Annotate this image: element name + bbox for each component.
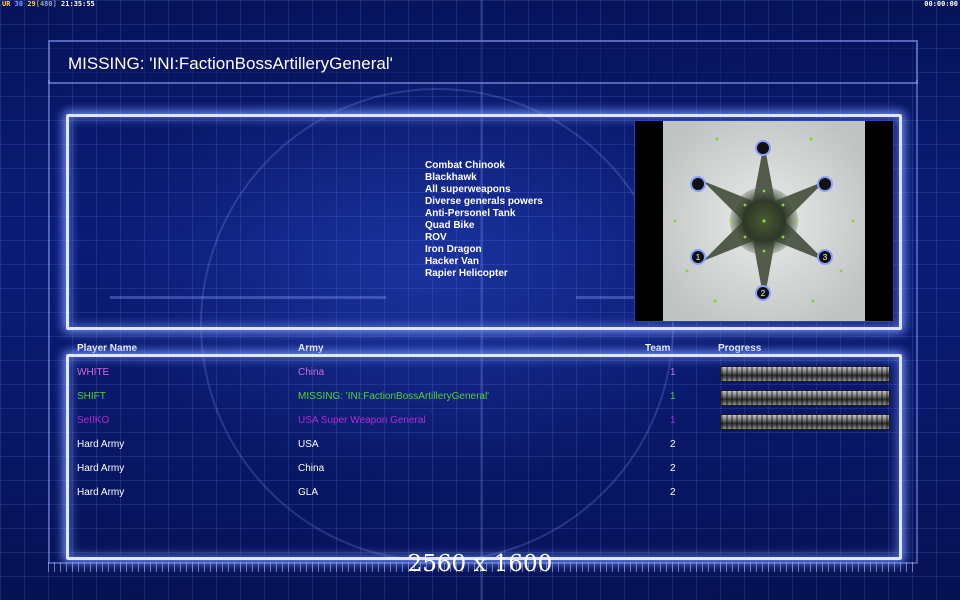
- status-left: UR 30 29[480] 21:35:55: [2, 0, 95, 9]
- player-team: 1: [670, 415, 676, 426]
- map-start-label-2: 2: [761, 289, 766, 298]
- player-team: 1: [670, 367, 676, 378]
- status-value-3: [480]: [35, 0, 57, 8]
- player-army: MISSING: 'INI:FactionBossArtilleryGenera…: [298, 391, 490, 402]
- column-header-army: Army: [298, 343, 324, 354]
- player-army: China: [298, 367, 325, 378]
- page-title: MISSING: 'INI:FactionBossArtilleryGenera…: [68, 54, 393, 73]
- player-name: SHIFT: [77, 391, 106, 402]
- column-header-progress: Progress: [718, 343, 762, 354]
- map-preview[interactable]: 1 2 3: [634, 120, 894, 322]
- player-progress-bar: [720, 414, 890, 430]
- status-value-1: 30: [14, 0, 24, 8]
- players-panel: [66, 354, 902, 560]
- player-army: GLA: [298, 487, 319, 498]
- status-value-2: 29: [27, 0, 36, 8]
- player-team: 1: [670, 391, 676, 402]
- player-team: 2: [670, 463, 676, 474]
- column-header-team: Team: [645, 343, 671, 354]
- map-image: 1 2 3: [663, 121, 865, 321]
- player-army: USA: [298, 439, 319, 450]
- unit-item: Iron Dragon: [425, 244, 482, 255]
- player-army: China: [298, 463, 325, 474]
- unit-item: Hacker Van: [425, 256, 479, 267]
- unit-item: Rapier Helicopter: [425, 268, 508, 279]
- player-name: SeIIKO: [77, 415, 110, 426]
- general-unit-list: Combat Chinook Blackhawk All superweapon…: [425, 160, 543, 280]
- unit-item: Quad Bike: [425, 220, 475, 231]
- unit-item: Combat Chinook: [425, 160, 505, 171]
- player-team: 2: [670, 439, 676, 450]
- unit-item: Blackhawk: [425, 172, 477, 183]
- player-name: Hard Army: [77, 463, 125, 474]
- unit-item: Diverse generals powers: [425, 196, 543, 207]
- status-clock: 21:35:55: [61, 0, 95, 8]
- player-progress-bar: [720, 390, 890, 406]
- player-name: Hard Army: [77, 487, 125, 498]
- player-progress-bar: [720, 366, 890, 382]
- map-start-label-3: 3: [823, 253, 828, 262]
- player-name: WHITE: [77, 367, 110, 378]
- status-timer: 00:00:00: [924, 0, 958, 8]
- resolution-label: 2560 x 1600: [407, 551, 553, 577]
- unit-item: ROV: [425, 232, 447, 243]
- column-header-player: Player Name: [77, 343, 138, 354]
- player-army: USA Super Weapon General: [298, 415, 426, 426]
- unit-item: All superweapons: [425, 184, 511, 195]
- unit-item: Anti-Personel Tank: [425, 208, 516, 219]
- status-ur: UR: [2, 0, 11, 8]
- map-start-label-1: 1: [696, 253, 701, 262]
- header-bar: MISSING: 'INI:FactionBossArtilleryGenera…: [48, 40, 918, 84]
- player-name: Hard Army: [77, 439, 125, 450]
- player-team: 2: [670, 487, 676, 498]
- status-bar: UR 30 29[480] 21:35:55 00:00:00: [0, 0, 960, 9]
